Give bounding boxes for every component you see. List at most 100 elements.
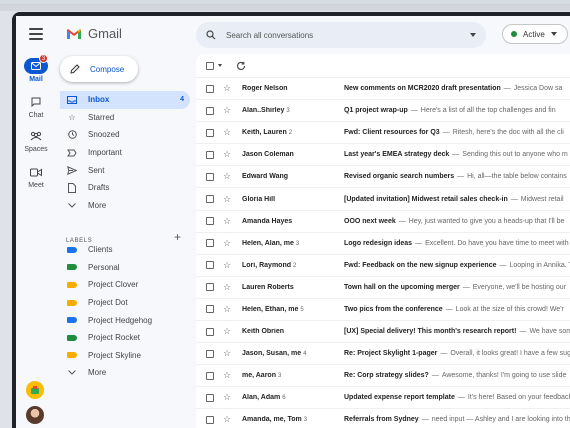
rail-item-mail[interactable]: 3 Mail	[16, 54, 56, 83]
label-item-clients[interactable]: Clients	[60, 241, 190, 259]
label-item-project-dot[interactable]: Project Dot	[60, 294, 190, 312]
star-icon[interactable]: ☆	[223, 349, 233, 358]
nav-item-more[interactable]: More	[60, 197, 190, 215]
row-checkbox[interactable]	[206, 415, 214, 424]
rail-label-meet: Meet	[28, 182, 44, 189]
chevron-down-icon	[550, 32, 557, 36]
table-row[interactable]: ☆ Jason Coleman Last year's EMEA strategy …	[196, 144, 570, 167]
row-snippet: Looping in Annika. T	[509, 261, 570, 269]
star-icon[interactable]: ☆	[223, 150, 233, 159]
row-checkbox[interactable]	[206, 327, 214, 336]
star-icon[interactable]: ☆	[223, 106, 233, 115]
row-checkbox[interactable]	[206, 172, 214, 181]
table-row[interactable]: ☆ Gloria Hill [Updated invitation] Midwest…	[196, 188, 570, 211]
nav-item-starred[interactable]: ☆ Starred	[60, 109, 190, 127]
nav-label-inbox: Inbox	[88, 95, 110, 105]
row-subject: [Updated invitation] Midwest retail sale…	[344, 195, 508, 203]
star-icon[interactable]: ☆	[223, 194, 233, 204]
label-item-personal[interactable]: Personal	[60, 259, 190, 277]
star-icon[interactable]: ☆	[223, 304, 233, 314]
table-row[interactable]: ☆ Helen, Ethan, me 5 Two pics from the conf…	[196, 299, 570, 322]
refresh-icon[interactable]	[236, 61, 246, 71]
row-checkbox[interactable]	[206, 261, 214, 270]
rail-item-meet[interactable]: Meet	[16, 164, 56, 189]
table-row[interactable]: ☆ Edward Wang Revised organic search numbe…	[196, 166, 570, 189]
row-snippet: Everyone, we'll be hosting our	[472, 283, 566, 291]
star-icon[interactable]: ☆	[223, 327, 233, 336]
row-checkbox[interactable]	[206, 217, 214, 226]
table-row[interactable]: ☆ Amanda, me, Tom 3 Referrals from Sydney — n…	[196, 409, 570, 428]
table-row[interactable]: ☆ Amanda Hayes OOO next week — Hey, just wan…	[196, 211, 570, 233]
app-launcher-icon[interactable]	[26, 381, 44, 399]
clock-icon	[66, 130, 78, 140]
nav-item-snoozed[interactable]: Snoozed	[60, 126, 190, 144]
chat-icon	[24, 94, 48, 110]
row-checkbox[interactable]	[206, 128, 214, 137]
rail-label-chat: Chat	[28, 112, 44, 119]
table-row[interactable]: ☆ Roger Nelson New comments on MCR2020 dra…	[196, 78, 570, 101]
star-icon[interactable]: ☆	[223, 216, 233, 226]
subject-separator: —	[457, 394, 465, 402]
star-icon[interactable]: ☆	[223, 371, 233, 380]
search-options-caret-icon[interactable]	[470, 33, 476, 37]
label-item-project-clover[interactable]: Project Clover	[60, 276, 190, 294]
star-icon[interactable]: ☆	[223, 172, 233, 181]
main-menu-icon[interactable]	[29, 28, 43, 40]
star-icon[interactable]: ☆	[223, 393, 233, 402]
subject-separator: —	[452, 151, 460, 159]
star-icon[interactable]: ☆	[223, 282, 233, 292]
label-item-more[interactable]: More	[60, 364, 190, 382]
row-checkbox[interactable]	[206, 305, 214, 314]
compose-button[interactable]: Compose	[60, 56, 138, 82]
sender-names: Lori, Raymond	[242, 261, 292, 269]
row-subject: Revised organic search numbers	[344, 173, 455, 181]
status-selector[interactable]: Active	[502, 24, 568, 44]
row-checkbox[interactable]	[206, 150, 214, 159]
subject-separator: —	[510, 195, 518, 203]
row-checkbox[interactable]	[206, 195, 214, 204]
table-row[interactable]: ☆ Lori, Raymond 2 Fwd: Feedback on the new …	[196, 255, 570, 277]
row-checkbox[interactable]	[206, 84, 214, 93]
table-row[interactable]: ☆ Jason, Susan, me 4 Re: Project Skylight 1…	[196, 343, 570, 366]
rail-item-spaces[interactable]: Spaces	[16, 128, 56, 153]
row-checkbox[interactable]	[206, 349, 214, 358]
row-checkbox[interactable]	[206, 106, 214, 115]
label-name: Personal	[88, 262, 120, 272]
rail-item-chat[interactable]: Chat	[16, 94, 56, 119]
row-checkbox[interactable]	[206, 239, 214, 248]
row-checkbox[interactable]	[206, 371, 214, 380]
nav-item-important[interactable]: Important	[60, 144, 190, 162]
table-row[interactable]: ☆ Keith, Lauren 2 Fwd: Client resources for…	[196, 122, 570, 145]
row-checkbox[interactable]	[206, 393, 214, 402]
table-row[interactable]: ☆ Alan..Shirley 3 Q1 project wrap-up — Here's…	[196, 100, 570, 123]
nav-item-drafts[interactable]: Drafts	[60, 179, 190, 197]
select-menu-caret-icon[interactable]	[218, 64, 222, 67]
table-row[interactable]: ☆ me, Aaron 3 Re: Corp strategy slides? — Awe…	[196, 365, 570, 388]
pencil-icon	[70, 64, 80, 74]
label-item-project-skyline[interactable]: Project Skyline	[60, 347, 190, 365]
compose-label: Compose	[90, 64, 125, 74]
label-item-project-rocket[interactable]: Project Rocket	[60, 329, 190, 347]
row-subject: OOO next week	[344, 217, 396, 225]
subject-separator: —	[503, 85, 511, 93]
table-row[interactable]: ☆ Keith Obrien [UX] Special delivery! This…	[196, 321, 570, 344]
star-icon[interactable]: ☆	[223, 415, 233, 424]
table-row[interactable]: ☆ Helen, Alan, me 3 Logo redesign ideas — Exc…	[196, 233, 570, 255]
star-icon[interactable]: ☆	[223, 238, 233, 248]
star-icon[interactable]: ☆	[223, 84, 233, 93]
avatar[interactable]	[26, 406, 44, 424]
nav-item-inbox[interactable]: Inbox 4	[60, 91, 190, 109]
search-input[interactable]: Search all conversations	[196, 22, 486, 48]
row-checkbox[interactable]	[206, 283, 214, 292]
table-row[interactable]: ☆ Alan, Adam 6 Updated expense report templ…	[196, 387, 570, 410]
star-icon[interactable]: ☆	[223, 128, 233, 137]
gmail-logo[interactable]: Gmail	[66, 26, 122, 41]
label-name: Project Skyline	[88, 350, 141, 360]
label-item-project-hedgehog[interactable]: Project Hedgehog	[60, 311, 190, 329]
nav-item-sent[interactable]: Sent	[60, 161, 190, 179]
draft-icon	[66, 182, 78, 193]
table-row[interactable]: ☆ Lauren Roberts Town hall on the upcoming…	[196, 277, 570, 299]
label-list: Clients Personal Project Clover Project …	[60, 241, 190, 382]
select-all-checkbox[interactable]	[206, 61, 214, 70]
star-icon[interactable]: ☆	[223, 260, 233, 270]
